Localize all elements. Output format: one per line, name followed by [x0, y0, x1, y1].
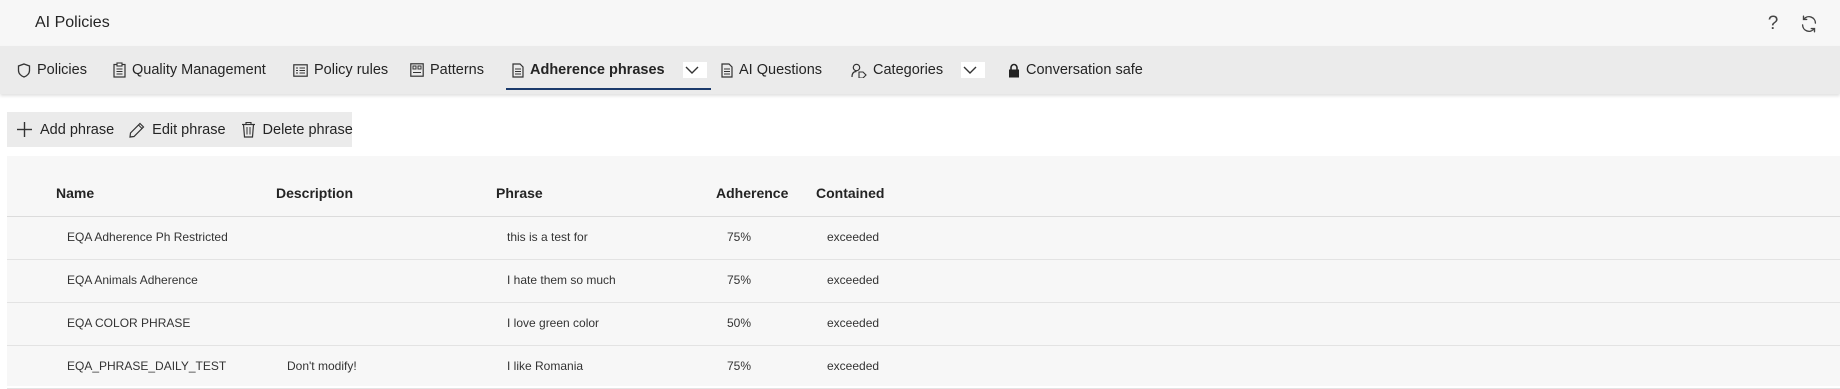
cell-contained: exceeded: [827, 273, 880, 287]
add-phrase-button[interactable]: Add phrase: [16, 121, 114, 138]
tab-policy-rules[interactable]: Policy rules: [293, 46, 388, 94]
header-actions: ?: [1762, 12, 1820, 36]
tab-bar: Policies Quality Management Policy rules…: [0, 46, 1840, 94]
tab-label: AI Questions: [739, 62, 823, 78]
delete-phrase-button[interactable]: Delete phrase: [241, 121, 353, 138]
command-toolbar: Add phrase Edit phrase Delete phrase: [7, 112, 353, 147]
table-row[interactable]: EQA Animals Adherence I hate them so muc…: [7, 259, 1840, 303]
shield-icon: [17, 62, 31, 78]
cell-name: EQA Animals Adherence: [67, 273, 198, 287]
tab-label: Conversation safe: [1026, 62, 1143, 78]
phrases-table: Name Description Phrase Adherence Contai…: [7, 156, 1840, 389]
tab-categories[interactable]: Categories: [851, 46, 986, 94]
column-header-adherence[interactable]: Adherence: [716, 185, 788, 201]
pencil-icon: [129, 122, 145, 138]
cell-contained: exceeded: [827, 359, 880, 373]
cell-adherence: 50%: [727, 316, 752, 330]
cell-name: EQA COLOR PHRASE: [67, 316, 191, 330]
column-header-name[interactable]: Name: [56, 185, 94, 201]
cell-phrase: I love green color: [507, 316, 600, 330]
cell-contained: exceeded: [827, 316, 880, 330]
cell-adherence: 75%: [727, 230, 752, 244]
column-header-description[interactable]: Description: [276, 185, 353, 201]
trash-icon: [241, 121, 255, 138]
plus-icon: [17, 122, 32, 137]
clipboard-icon: [113, 62, 126, 78]
cell-name: EQA_PHRASE_DAILY_TEST: [67, 359, 227, 373]
cell-contained: exceeded: [827, 230, 880, 244]
table-row[interactable]: EQA COLOR PHRASE I love green color 50% …: [7, 302, 1840, 346]
lock-icon: [1009, 63, 1019, 77]
table-row[interactable]: EQA_PHRASE_DAILY_TEST Don't modify! I li…: [7, 345, 1840, 389]
tab-patterns[interactable]: Patterns: [410, 46, 484, 94]
tab-label: Categories: [873, 62, 944, 78]
document-icon: [721, 62, 733, 78]
app-header: AI Policies ?: [0, 0, 1840, 46]
cell-name: EQA Adherence Ph Restricted: [67, 230, 228, 244]
document-icon: [512, 62, 524, 78]
tab-ai-questions[interactable]: AI Questions: [721, 46, 822, 94]
cell-adherence: 75%: [727, 273, 752, 287]
tab-label: Adherence phrases: [530, 62, 665, 78]
tab-quality-management[interactable]: Quality Management: [113, 46, 266, 94]
table-header: Name Description Phrase Adherence Contai…: [7, 156, 1840, 217]
cell-phrase: I like Romania: [507, 359, 584, 373]
column-header-phrase[interactable]: Phrase: [496, 185, 543, 201]
refresh-icon[interactable]: [1798, 13, 1820, 35]
chevron-down-icon[interactable]: [961, 62, 986, 78]
tab-label: Policy rules: [314, 62, 389, 78]
tab-label: Policies: [37, 62, 87, 78]
tab-label: Patterns: [430, 62, 484, 78]
cell-phrase: this is a test for: [507, 230, 588, 244]
tab-label: Quality Management: [132, 62, 266, 78]
tab-adherence-phrases[interactable]: Adherence phrases: [506, 46, 711, 94]
delete-phrase-label: Delete phrase: [262, 121, 353, 138]
app-title: AI Policies: [35, 14, 110, 31]
tab-policies[interactable]: Policies: [17, 46, 87, 94]
cell-adherence: 75%: [727, 359, 752, 373]
chevron-down-icon[interactable]: [682, 62, 707, 78]
help-icon[interactable]: ?: [1762, 12, 1784, 36]
pattern-icon: [410, 63, 424, 77]
cell-description: Don't modify!: [287, 359, 357, 373]
column-header-contained[interactable]: Contained: [816, 185, 884, 201]
person-tag-icon: [851, 63, 867, 78]
table-row[interactable]: EQA Adherence Ph Restricted this is a te…: [7, 216, 1840, 260]
cell-phrase: I hate them so much: [507, 273, 616, 287]
tab-conversation-safe[interactable]: Conversation safe: [1008, 46, 1143, 94]
edit-phrase-button[interactable]: Edit phrase: [129, 121, 226, 138]
edit-phrase-label: Edit phrase: [152, 121, 226, 138]
add-phrase-label: Add phrase: [40, 121, 115, 138]
rules-icon: [293, 63, 308, 77]
